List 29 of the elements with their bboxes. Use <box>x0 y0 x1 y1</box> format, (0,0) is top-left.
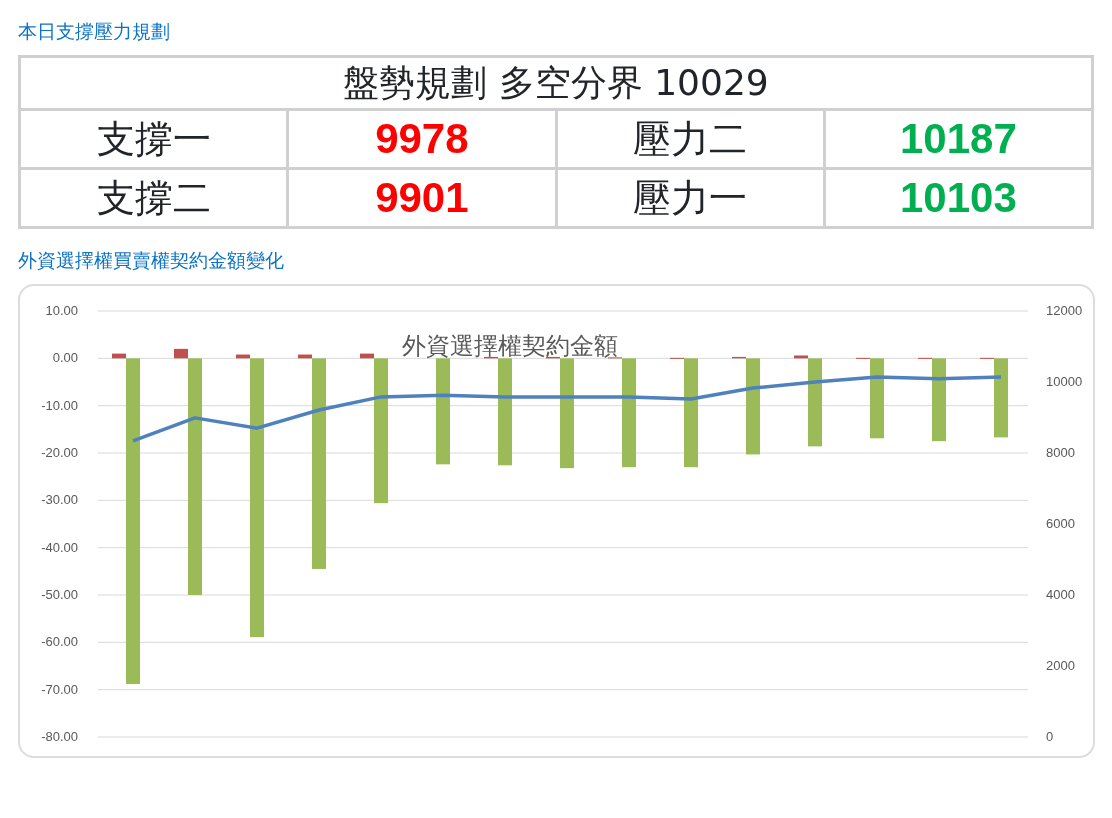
axis-label: 2000 <box>1046 658 1075 673</box>
axis-label: -50.00 <box>41 587 78 602</box>
axis-label: -70.00 <box>41 681 78 697</box>
axis-label: 12000 <box>1046 303 1083 318</box>
section-title: 外資選擇權買賣權契約金額變化 <box>18 251 285 270</box>
level-label: 壓力二 <box>633 117 748 161</box>
axis-label: -40.00 <box>41 539 78 555</box>
chart-title: 外資選擇權契約金額 <box>402 332 618 360</box>
level-label: 支撐一 <box>96 117 211 161</box>
axis-label: 6000 <box>1046 516 1075 531</box>
axis-label: 0 <box>1046 729 1054 744</box>
axis-label: -20.00 <box>41 445 78 460</box>
level-value: 9901 <box>375 174 469 221</box>
axis-label: -10.00 <box>41 397 78 413</box>
axis-label: 4000 <box>1046 587 1075 602</box>
axis-label: -60.00 <box>41 634 78 650</box>
level-label: 支撐二 <box>96 176 211 220</box>
section-title: 本日支撐壓力規劃 <box>18 22 171 41</box>
level-label: 壓力一 <box>633 176 748 220</box>
level-value: 10103 <box>899 174 1017 221</box>
table-header: 盤勢規劃 多空分界 10029 <box>343 62 769 103</box>
axis-label: 8000 <box>1046 445 1075 460</box>
axis-label: 0.00 <box>52 350 78 366</box>
level-value: 10187 <box>899 115 1017 162</box>
axis-label: 10000 <box>1046 374 1083 389</box>
axis-label: -80.00 <box>41 729 78 744</box>
level-value: 9978 <box>375 115 469 162</box>
axis-label: -30.00 <box>41 492 78 508</box>
axis-label: 10.00 <box>45 303 78 318</box>
